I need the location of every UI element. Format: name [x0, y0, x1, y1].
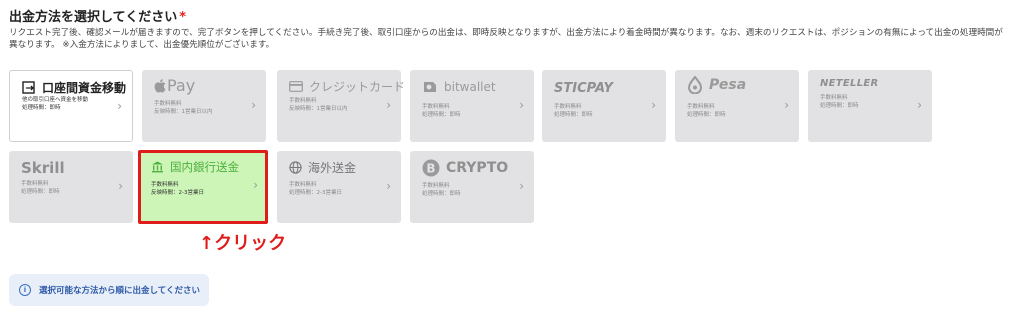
- method-card-sticpay[interactable]: STICPAY 手数料無料 処理時間：即時 ›: [542, 70, 666, 142]
- method-card-domestic-bank[interactable]: 国内銀行送金 手数料無料 反映時間：2-3営業日 ›: [138, 150, 268, 224]
- click-annotation: ↑クリック: [199, 233, 287, 254]
- method-card-overseas-transfer[interactable]: 海外送金 手数料無料 処理時間：2-3営業日 ›: [277, 151, 401, 223]
- info-notice: i 選択可能な方法から順に出金してください: [9, 274, 209, 306]
- globe-icon: [289, 161, 302, 174]
- transfer-icon: [22, 81, 36, 94]
- bank-icon: [151, 161, 164, 173]
- neteller-logo: NETELLER: [820, 78, 879, 89]
- sticpay-logo: STICPAY: [554, 81, 613, 96]
- method-card-neteller[interactable]: NETELLER 手数料無料 処理時間：即時 ›: [808, 70, 932, 142]
- chevron-right-icon: ›: [386, 179, 391, 193]
- method-card-crypto[interactable]: B CRYPTO 手数料無料 処理時間：即時 ›: [410, 151, 534, 223]
- method-label: Pesa: [709, 77, 747, 93]
- chevron-right-icon: ›: [917, 98, 922, 112]
- chevron-right-icon: ›: [118, 179, 123, 193]
- notice-text: 選択可能な方法から順に出金してください: [39, 286, 200, 296]
- method-label: クレジットカード: [309, 80, 406, 94]
- chevron-right-icon: ›: [519, 179, 524, 193]
- method-label: 海外送金: [308, 161, 357, 175]
- chevron-right-icon: ›: [253, 178, 258, 192]
- method-label: CRYPTO: [446, 160, 509, 176]
- pesa-icon: [687, 76, 703, 94]
- credit-card-icon: [289, 81, 303, 92]
- chevron-right-icon: ›: [784, 98, 789, 112]
- method-label: Pay: [167, 76, 196, 95]
- chevron-right-icon: ›: [519, 98, 524, 112]
- chevron-right-icon: ›: [251, 98, 256, 112]
- description: リクエスト完了後、確認メールが届きますので、完了ボタンを押してください。手続き完…: [9, 28, 1003, 50]
- chevron-right-icon: ›: [117, 99, 122, 113]
- method-label: bitwallet: [444, 80, 496, 94]
- skrill-logo: Skrill: [21, 159, 65, 177]
- method-label: 口座間資金移動: [42, 81, 127, 95]
- method-card-apple-pay[interactable]: Pay 手数料無料 反映時間：1営業日以内 ›: [142, 70, 266, 142]
- method-card-bitwallet[interactable]: bitwallet 手数料無料 処理時間：即時 ›: [410, 70, 534, 142]
- method-card-pesa[interactable]: Pesa 手数料無料 処理時間：即時 ›: [675, 70, 799, 142]
- page-title: 出金方法を選択してください *: [9, 10, 187, 25]
- required-mark: *: [179, 10, 187, 25]
- chevron-right-icon: ›: [386, 98, 391, 112]
- chevron-right-icon: ›: [651, 98, 656, 112]
- info-icon: i: [19, 284, 31, 296]
- method-card-skrill[interactable]: Skrill 手数料無料 処理時間：即時 ›: [9, 151, 133, 223]
- bitcoin-icon: B: [422, 159, 440, 177]
- bitwallet-icon: [422, 80, 438, 94]
- svg-text:B: B: [426, 161, 435, 175]
- apple-icon: [154, 78, 166, 93]
- method-card-internal-transfer[interactable]: 口座間資金移動 他の取引口座へ資金を移動 処理時間：即時 ›: [9, 70, 133, 142]
- method-label: 国内銀行送金: [170, 160, 239, 174]
- method-card-credit-card[interactable]: クレジットカード 手数料無料 反映時間：1営業日以内 ›: [277, 70, 405, 142]
